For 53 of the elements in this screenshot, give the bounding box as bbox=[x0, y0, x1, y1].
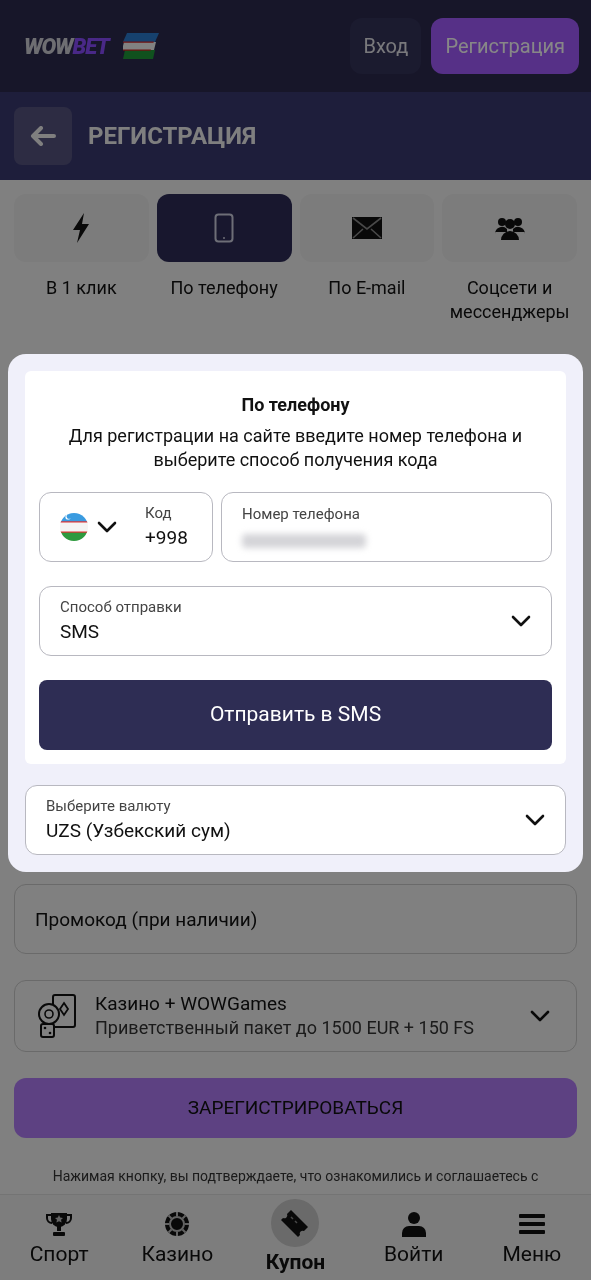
send-sms-button[interactable]: Отправить в SMS bbox=[39, 680, 552, 750]
field-value: UZS (Узбекский сум) bbox=[46, 818, 231, 844]
form-description: Для регистрации на сайте введите номер телефона и выберите способ получения кода bbox=[67, 424, 524, 472]
trophy-icon bbox=[46, 1211, 73, 1237]
flag-icon bbox=[59, 512, 89, 542]
chevron-down-icon bbox=[525, 814, 545, 826]
casino-cards-icon bbox=[37, 994, 77, 1038]
form-title: По телефону bbox=[240, 393, 351, 417]
nav-tab[interactable]: Казино bbox=[118, 1195, 237, 1280]
back-button[interactable] bbox=[14, 107, 72, 165]
nav-tab[interactable]: Купон bbox=[236, 1195, 355, 1280]
ticket-icon bbox=[280, 1208, 311, 1238]
send-method-select[interactable]: Способ отправки SMS bbox=[39, 586, 552, 656]
chevron-down-icon bbox=[97, 521, 117, 533]
nav-tab[interactable]: Спорт bbox=[0, 1195, 119, 1280]
promo-code-field[interactable]: Промокод (при наличии) bbox=[14, 884, 577, 954]
people-icon bbox=[494, 216, 525, 240]
method-label: По E-mail bbox=[328, 276, 406, 300]
nav-tab[interactable]: Войти bbox=[354, 1195, 473, 1280]
terms-text: Нажимая кнопку, вы подтверждаете, что ознакомились и соглашаетесь с bbox=[51, 1167, 540, 1186]
phone-icon bbox=[214, 213, 235, 243]
envelope-icon bbox=[351, 217, 382, 239]
method-label: Соцсети и мессенджеры bbox=[448, 276, 571, 324]
bonus-select[interactable]: Казино + WOWGames Приветственный пакет до 1500 EUR + 150 FS bbox=[14, 980, 577, 1052]
country-code-select[interactable]: Код +998 bbox=[39, 492, 213, 562]
bonus-subtitle: Приветственный пакет до 1500 EUR + 150 FS bbox=[95, 1016, 475, 1040]
nav-tab[interactable]: Меню bbox=[472, 1195, 591, 1280]
field-label: Код bbox=[145, 502, 173, 524]
page-title: РЕГИСТРАЦИЯ bbox=[88, 121, 257, 152]
field-value: SMS bbox=[60, 619, 101, 645]
method-tab[interactable] bbox=[156, 194, 292, 262]
method-tab[interactable] bbox=[299, 194, 435, 262]
chevron-down-icon bbox=[511, 615, 531, 627]
menu-icon bbox=[518, 1213, 545, 1235]
bonus-title: Казино + WOWGames bbox=[95, 992, 288, 1016]
method-label: По телефону bbox=[170, 276, 278, 300]
method-label: В 1 клик bbox=[46, 276, 117, 300]
lightning-icon bbox=[72, 213, 91, 243]
login-button[interactable]: Вход bbox=[350, 18, 422, 74]
logo[interactable]: WOWBET bbox=[24, 29, 109, 63]
register-button[interactable]: Регистрация bbox=[431, 18, 579, 74]
method-tab[interactable] bbox=[442, 194, 577, 262]
code-value: +998 bbox=[145, 525, 188, 551]
field-label: Способ отправки bbox=[60, 596, 182, 618]
arrow-left-icon bbox=[30, 126, 56, 146]
user-icon bbox=[401, 1211, 426, 1237]
poker-chip-icon bbox=[164, 1211, 191, 1237]
field-label: Выберите валюту bbox=[46, 795, 172, 817]
field-label: Номер телефона bbox=[242, 504, 361, 525]
chevron-down-icon bbox=[530, 1010, 550, 1022]
phone-field[interactable]: Номер телефона bbox=[221, 492, 552, 562]
currency-select[interactable]: Выберите валюту UZS (Узбекский сум) bbox=[25, 785, 566, 855]
flag-icon bbox=[122, 33, 159, 59]
